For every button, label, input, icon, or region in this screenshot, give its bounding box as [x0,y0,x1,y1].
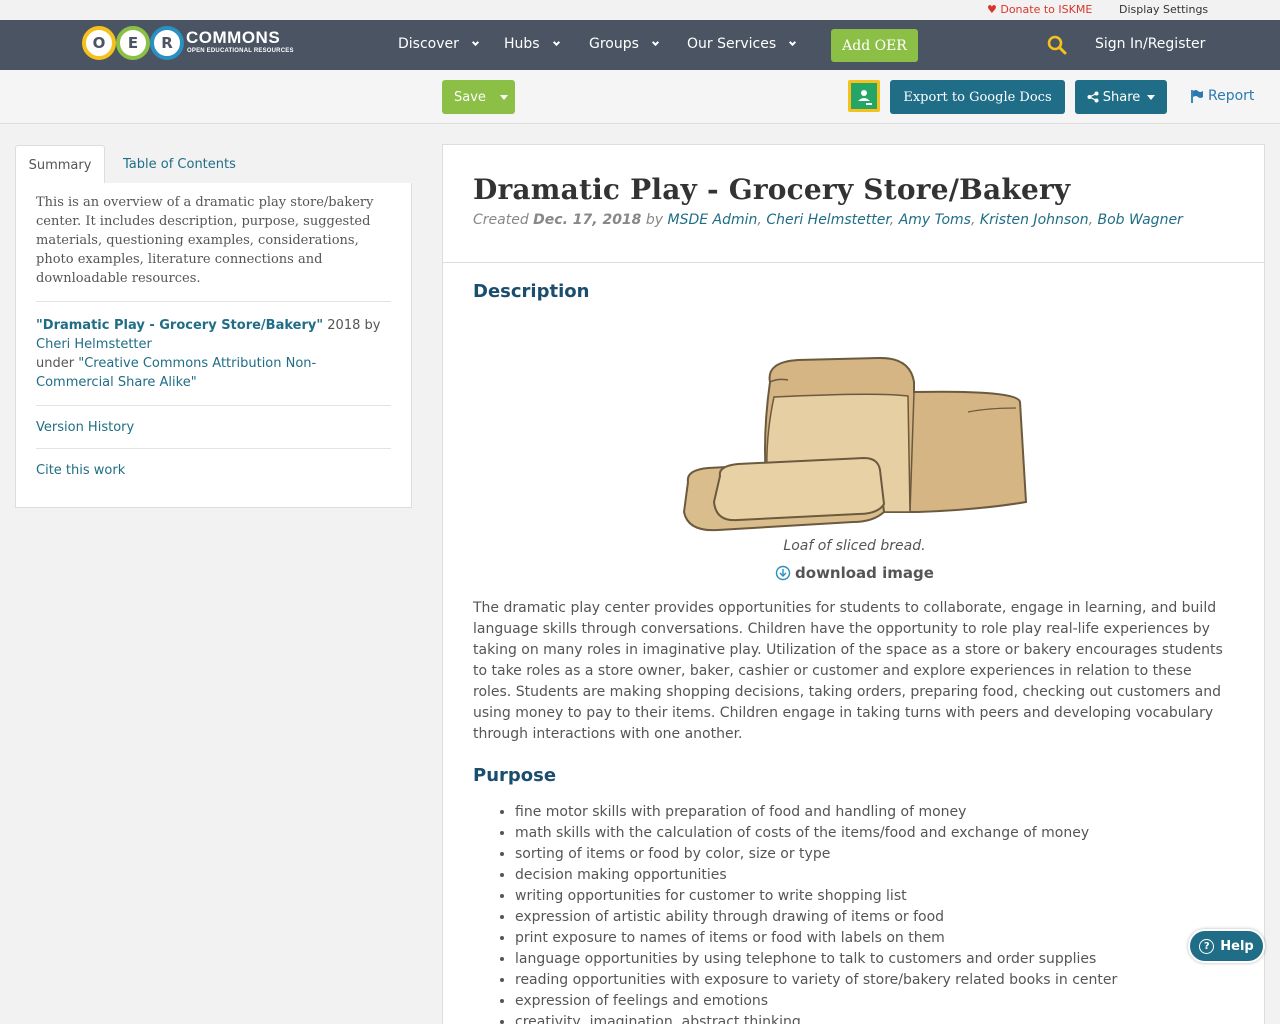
purpose-list: fine motor skills with preparation of fo… [473,802,1234,1024]
download-image-link[interactable]: download image [473,564,1236,582]
author-link[interactable]: Amy Toms [899,212,971,228]
sign-in-register-link[interactable]: Sign In/Register [1095,36,1205,52]
google-classroom-icon [851,83,877,109]
report-label: Report [1208,88,1255,104]
download-icon [775,565,791,581]
logo-letter-r: R [150,26,184,60]
chevron-down-icon [651,38,659,46]
cite-this-work-link[interactable]: Cite this work [36,463,125,478]
flag-icon [1191,90,1203,103]
purpose-heading: Purpose [473,765,557,786]
nav-groups[interactable]: Groups [589,36,659,52]
logo-text: COMMONS [186,28,281,47]
save-label: Save [454,89,486,105]
tab-table-of-contents[interactable]: Table of Contents [123,145,236,184]
share-label: Share [1102,89,1141,105]
version-history-row: Version History [36,406,391,449]
by-label: by [641,212,668,228]
attribution-year: 2018 by [323,318,381,333]
resource-body: Description Loaf of sliced bread. downlo… [443,263,1264,1024]
sidebar-tabs: Summary Table of Contents [15,145,412,185]
help-label: Help [1220,938,1254,954]
list-item: sorting of items or food by color, size … [515,844,1234,865]
nav-our-services[interactable]: Our Services [687,36,797,52]
list-item: creativity, imagination, abstract thinki… [515,1012,1234,1024]
resource-content: Dramatic Play - Grocery Store/Bakery Cre… [442,144,1265,1024]
caret-down-icon [1147,94,1156,100]
logo-letter-e: E [116,26,150,60]
share-button[interactable]: Share [1075,80,1167,114]
chevron-down-icon [552,38,560,46]
byline: Created Dec. 17, 2018 by MSDE Admin, Che… [473,212,1183,228]
resource-header: Dramatic Play - Grocery Store/Bakery Cre… [443,145,1264,263]
download-label: download image [795,564,934,582]
image-caption: Loaf of sliced bread. [783,538,926,554]
description-text: The dramatic play center provides opport… [473,600,1223,742]
add-oer-button[interactable]: Add OER [831,29,918,62]
resource-summary: This is an overview of a dramatic play s… [36,193,391,302]
logo-subtext: OPEN EDUCATIONAL RESOURCES [187,48,294,54]
report-link[interactable]: Report [1190,88,1254,104]
logo-letter-o: O [82,26,116,60]
list-item: math skills with the calculation of cost… [515,823,1234,844]
nav-hubs[interactable]: Hubs [504,36,560,52]
list-item: language opportunities by using telephon… [515,949,1234,970]
save-button[interactable]: Save [442,80,515,114]
help-button[interactable]: ? Help [1188,929,1265,963]
list-item: writing opportunities for customer to wr… [515,886,1234,907]
author-link[interactable]: Kristen Johnson [980,212,1089,228]
donate-link[interactable]: ♥ Donate to ISKME [987,3,1092,16]
nav-discover[interactable]: Discover [398,36,479,52]
nav-groups-label: Groups [589,36,639,52]
list-item: decision making opportunities [515,865,1234,886]
caret-down-icon [499,94,508,100]
list-item: print exposure to names of items or food… [515,928,1234,949]
share-icon [1087,91,1099,103]
page-title: Dramatic Play - Grocery Store/Bakery [473,173,1071,206]
google-classroom-button[interactable] [848,80,880,112]
chevron-down-icon [789,38,797,46]
list-item: reading opportunities with exposure to v… [515,970,1234,991]
export-google-docs-button[interactable]: Export to Google Docs [890,80,1065,114]
oer-commons-logo[interactable]: O E R COMMONS OPEN EDUCATIONAL RESOURCES [82,26,294,62]
attribution-title: "Dramatic Play - Grocery Store/Bakery" [36,318,324,333]
main-nav: O E R COMMONS OPEN EDUCATIONAL RESOURCES… [0,20,1280,70]
chevron-down-icon [471,38,479,46]
license-link[interactable]: "Creative Commons Attribution Non-Commer… [36,356,316,390]
list-item: fine motor skills with preparation of fo… [515,802,1234,823]
version-history-link[interactable]: Version History [36,420,134,435]
attribution: "Dramatic Play - Grocery Store/Bakery" 2… [36,302,391,406]
search-icon[interactable] [1047,35,1067,55]
author-link[interactable]: Bob Wagner [1098,212,1183,228]
sidebar-summary-panel: This is an overview of a dramatic play s… [15,183,412,508]
author-link[interactable]: MSDE Admin [668,212,758,228]
tab-summary[interactable]: Summary [15,145,105,185]
resource-toolbar: Save Export to Google Docs Share Report [0,70,1280,124]
bread-figure: Loaf of sliced bread. download image [473,302,1234,582]
cite-row: Cite this work [36,449,391,491]
list-item: expression of artistic ability through d… [515,907,1234,928]
list-item: expression of feelings and emotions [515,991,1234,1012]
display-settings-link[interactable]: Display Settings [1119,3,1208,16]
description-heading: Description [473,281,590,302]
attribution-author-link[interactable]: Cheri Helmstetter [36,337,152,352]
attribution-under: under [36,356,79,371]
created-label: Created [473,212,534,228]
nav-our-services-label: Our Services [687,36,777,52]
sliced-bread-image [682,356,1028,532]
question-icon: ? [1199,938,1215,954]
nav-discover-label: Discover [398,36,459,52]
utility-bar: ♥ Donate to ISKME Display Settings [0,0,1280,20]
author-link[interactable]: Cheri Helmstetter [766,212,889,228]
created-date: Dec. 17, 2018 [533,212,642,228]
nav-hubs-label: Hubs [504,36,540,52]
